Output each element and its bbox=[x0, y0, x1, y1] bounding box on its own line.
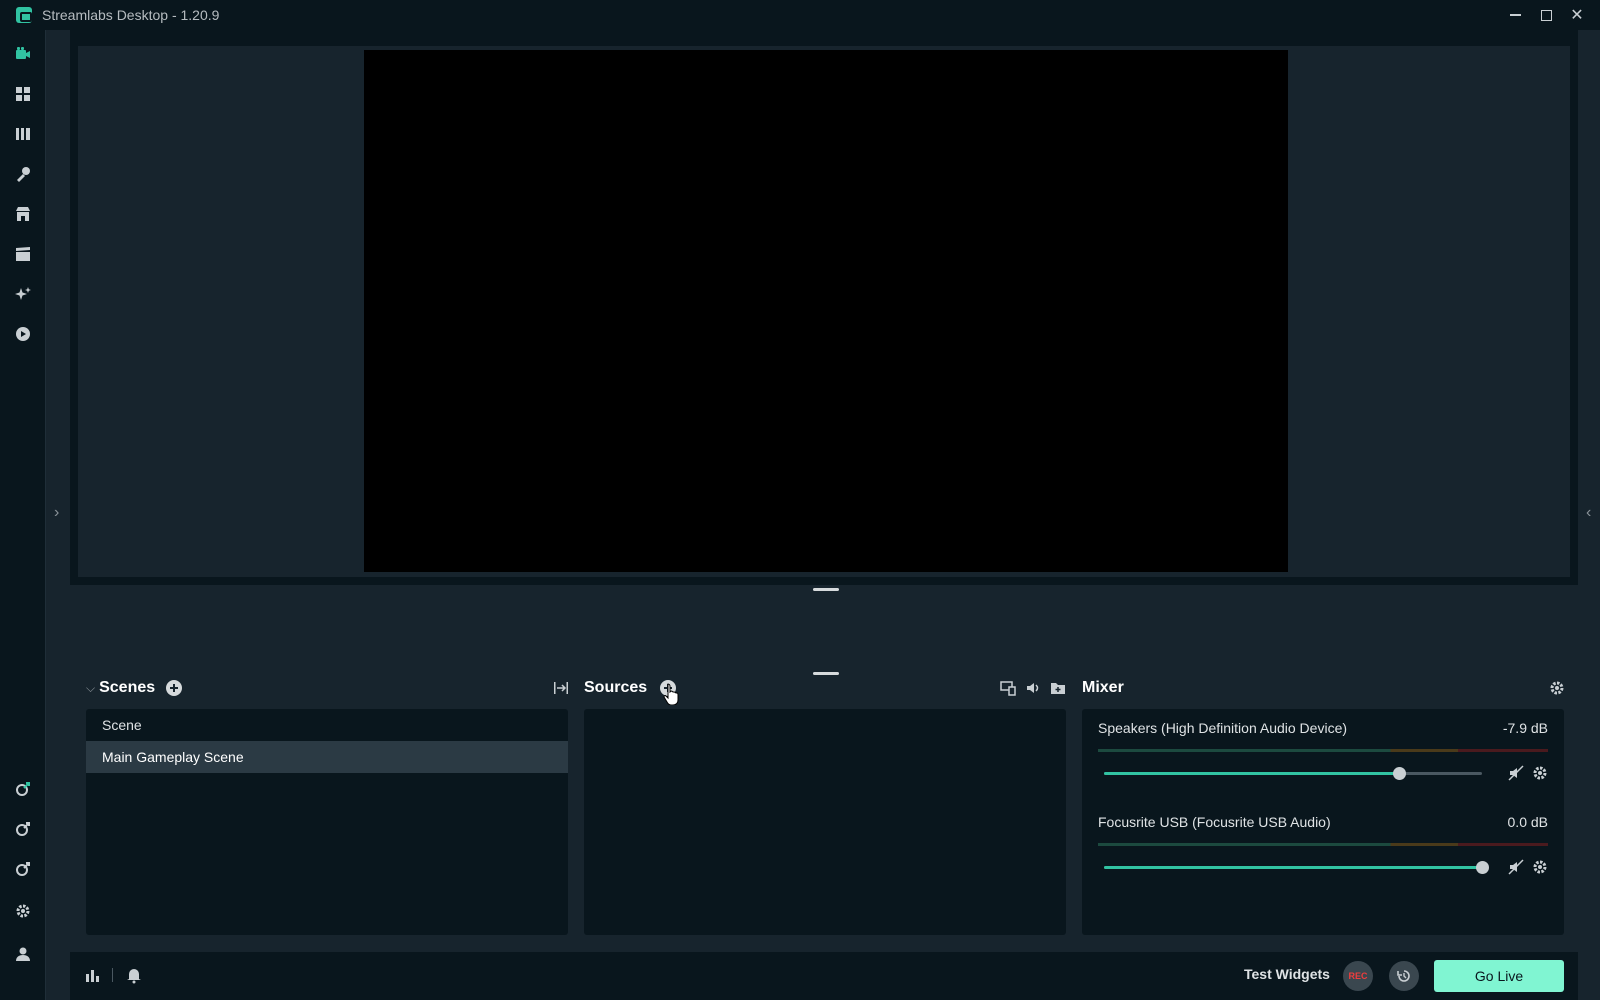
chevron-down-icon[interactable]: ⌵ bbox=[86, 681, 95, 696]
themes-icon[interactable] bbox=[14, 165, 32, 183]
mixer-channel-db: 0.0 dB bbox=[1507, 814, 1548, 830]
notification-bell-icon[interactable] bbox=[125, 966, 143, 984]
mute-icon[interactable] bbox=[1508, 859, 1524, 875]
footer-divider bbox=[112, 968, 113, 982]
sources-header: Sources bbox=[584, 676, 647, 700]
scenes-header: ⌵ Scenes bbox=[86, 676, 155, 700]
integration-link-icon[interactable] bbox=[14, 780, 32, 798]
add-scene-icon[interactable] bbox=[166, 680, 182, 696]
mixer-header: Mixer bbox=[1082, 676, 1124, 700]
mixer-channel-name: Speakers (High Definition Audio Device) bbox=[1098, 720, 1348, 736]
mute-icon[interactable] bbox=[1508, 765, 1524, 781]
chevron-right-icon[interactable]: › bbox=[54, 505, 68, 521]
close-icon[interactable]: ✕ bbox=[1562, 0, 1592, 30]
mixer-channel-db: -7.9 dB bbox=[1502, 720, 1548, 736]
volume-slider[interactable] bbox=[1104, 767, 1482, 780]
sources-list bbox=[584, 709, 1066, 935]
mixer-panel: Speakers (High Definition Audio Device) … bbox=[1082, 709, 1564, 935]
audio-level-meter bbox=[1098, 843, 1548, 846]
resize-handle-bottom[interactable] bbox=[813, 672, 839, 675]
studio-camera-icon[interactable] bbox=[14, 45, 32, 63]
window-title: Streamlabs Desktop - 1.20.9 bbox=[42, 7, 220, 23]
volume-slider-thumb[interactable] bbox=[1393, 767, 1406, 780]
record-button[interactable]: REC bbox=[1343, 961, 1373, 991]
integration-link-icon-2[interactable] bbox=[14, 820, 32, 838]
maximize-icon[interactable] bbox=[1531, 0, 1561, 30]
performance-chart-icon[interactable] bbox=[84, 966, 102, 984]
channel-settings-gear-icon[interactable] bbox=[1532, 765, 1548, 781]
scene-transitions-icon[interactable] bbox=[553, 680, 569, 696]
integration-link-icon-3[interactable] bbox=[14, 860, 32, 878]
audio-level-meter bbox=[1098, 749, 1548, 752]
scenes-list: Scene Main Gameplay Scene bbox=[86, 709, 568, 935]
minimize-icon[interactable] bbox=[1500, 0, 1530, 30]
test-widgets-button[interactable]: Test Widgets bbox=[1244, 966, 1330, 982]
add-folder-icon[interactable] bbox=[1050, 680, 1066, 696]
dashboard-icon[interactable] bbox=[14, 85, 32, 103]
scene-item-active[interactable]: Main Gameplay Scene bbox=[86, 741, 568, 773]
source-display-icon[interactable] bbox=[1000, 680, 1016, 696]
store-icon[interactable] bbox=[14, 205, 32, 223]
volume-slider-thumb[interactable] bbox=[1476, 861, 1489, 874]
hand-cursor-icon bbox=[663, 683, 679, 705]
mixer-settings-gear-icon[interactable] bbox=[1549, 680, 1565, 696]
source-audio-icon[interactable] bbox=[1025, 680, 1041, 696]
library-icon[interactable] bbox=[14, 125, 32, 143]
scenes-title: Scenes bbox=[99, 679, 156, 696]
mixer-title: Mixer bbox=[1082, 679, 1124, 696]
replay-icon bbox=[1397, 970, 1410, 982]
play-icon[interactable] bbox=[14, 325, 32, 343]
resize-handle-top[interactable] bbox=[813, 588, 839, 591]
volume-slider-fill bbox=[1104, 772, 1399, 775]
streamlabs-logo-icon bbox=[16, 7, 32, 23]
replay-buffer-button[interactable] bbox=[1389, 961, 1419, 991]
settings-gear-icon[interactable] bbox=[14, 902, 32, 920]
account-icon[interactable] bbox=[14, 945, 32, 963]
title-bar: Streamlabs Desktop - 1.20.9 ✕ bbox=[0, 0, 1600, 30]
channel-settings-gear-icon[interactable] bbox=[1532, 859, 1548, 875]
volume-slider[interactable] bbox=[1104, 861, 1489, 874]
scene-item[interactable]: Scene bbox=[86, 709, 568, 741]
go-live-button[interactable]: Go Live bbox=[1434, 960, 1564, 992]
ai-sparkle-icon[interactable] bbox=[14, 285, 32, 303]
preview-canvas[interactable] bbox=[364, 50, 1288, 572]
chevron-left-icon[interactable]: ‹ bbox=[1586, 505, 1600, 521]
volume-slider-fill bbox=[1104, 866, 1482, 869]
mixer-channel-name: Focusrite USB (Focusrite USB Audio) bbox=[1098, 814, 1331, 830]
left-navigation bbox=[0, 30, 46, 1000]
highlighter-icon[interactable] bbox=[14, 245, 32, 263]
sources-title: Sources bbox=[584, 679, 648, 696]
